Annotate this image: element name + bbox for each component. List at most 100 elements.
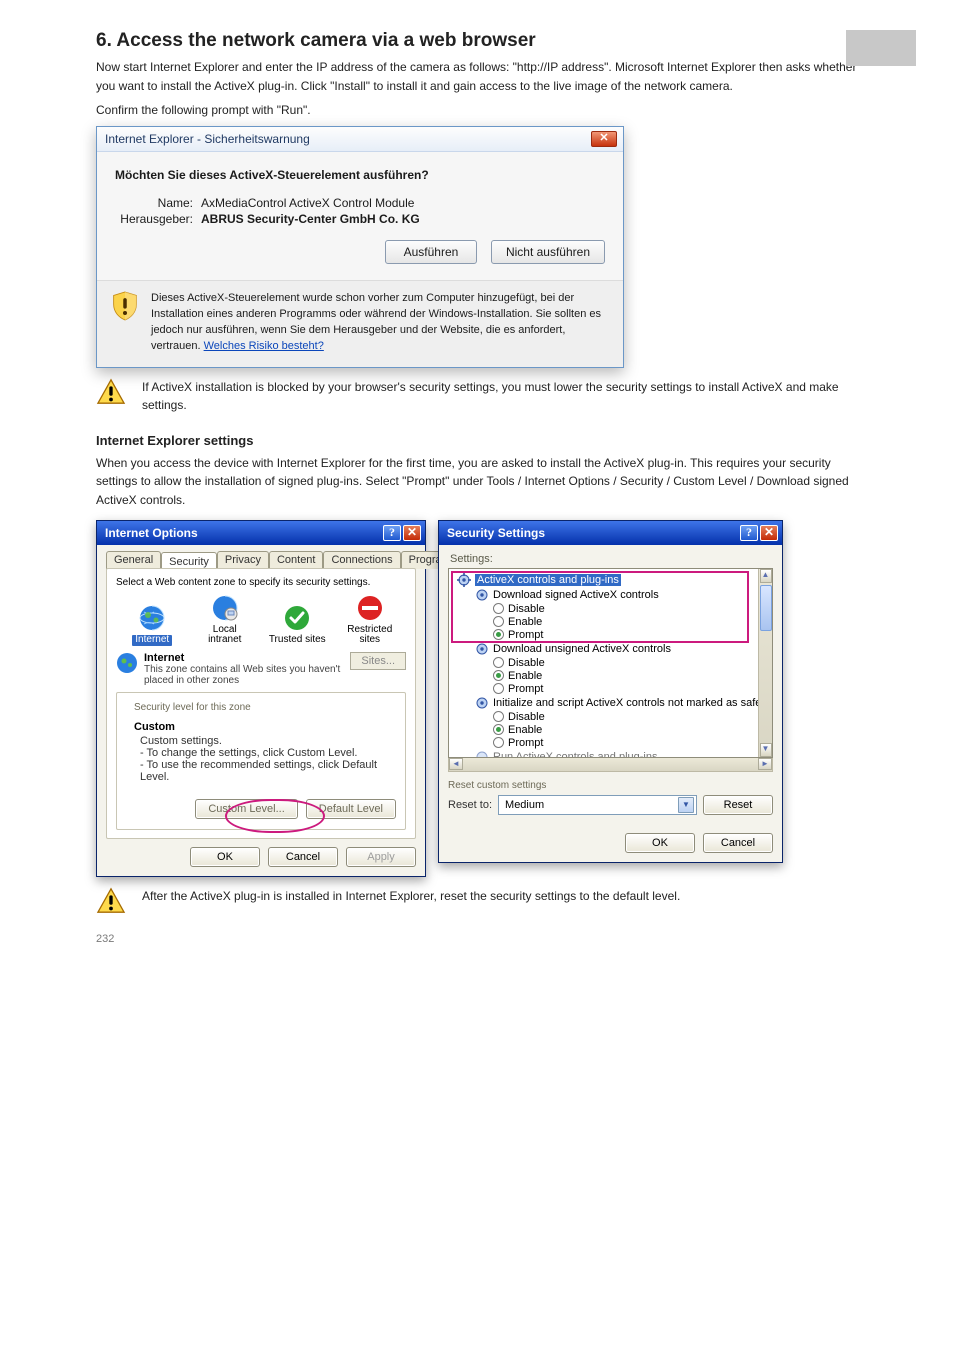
tree-item-init-script[interactable]: Initialize and script ActiveX controls n… (453, 696, 768, 710)
option-enable[interactable]: Enable (453, 724, 768, 736)
close-icon[interactable]: ✕ (591, 131, 617, 147)
warning-triangle-icon (96, 378, 126, 406)
zone-label: Internet (132, 635, 172, 646)
zone-title: Internet (144, 652, 344, 664)
name-label: Name: (115, 196, 193, 210)
shield-warning-icon (111, 291, 139, 321)
reset-to-select[interactable]: Medium ▼ (498, 795, 697, 815)
dialog-titlebar[interactable]: Security Settings ? ✕ (439, 521, 782, 545)
tree-group-activex[interactable]: ActiveX controls and plug-ins (453, 573, 768, 587)
dialog-title: Security Settings (447, 526, 545, 540)
option-enable[interactable]: Enable (453, 670, 768, 682)
globe-icon (211, 594, 239, 622)
security-level-legend: Security level for this zone (130, 702, 255, 713)
globe-icon (138, 604, 166, 632)
dialog-title: Internet Explorer - Sicherheitswarnung (105, 132, 310, 146)
warning-triangle-icon (96, 887, 126, 915)
publisher-label: Herausgeber: (115, 212, 193, 226)
security-note-2: After the ActiveX plug-in is installed i… (142, 887, 680, 906)
help-icon[interactable]: ? (383, 525, 401, 541)
cancel-button[interactable]: Cancel (703, 833, 773, 853)
name-value: AxMediaControl ActiveX Control Module (201, 196, 414, 210)
tree-item-run-activex[interactable]: Run ActiveX controls and plug-ins (453, 750, 768, 758)
reset-group-label: Reset custom settings (448, 780, 773, 791)
scroll-right-icon[interactable]: ► (758, 758, 772, 770)
gear-icon (475, 642, 489, 656)
security-settings-dialog: Security Settings ? ✕ Settings: ActiveX … (438, 520, 783, 863)
custom-line3: - To use the recommended settings, click… (140, 759, 396, 783)
risk-link[interactable]: Welches Risiko besteht? (204, 340, 324, 352)
option-prompt[interactable]: Prompt (453, 737, 768, 749)
zone-label: Trusted sites (269, 635, 326, 646)
help-icon[interactable]: ? (740, 525, 758, 541)
ok-button[interactable]: OK (625, 833, 695, 853)
scroll-down-icon[interactable]: ▼ (760, 743, 772, 757)
zone-trusted[interactable]: Trusted sites (267, 604, 327, 646)
tree-item-download-signed[interactable]: Download signed ActiveX controls (453, 588, 768, 602)
page-edge-gray (846, 30, 916, 66)
option-disable[interactable]: Disable (453, 711, 768, 723)
restricted-icon (356, 594, 384, 622)
reset-to-label: Reset to: (448, 799, 492, 811)
tree-item-download-unsigned[interactable]: Download unsigned ActiveX controls (453, 642, 768, 656)
chevron-down-icon[interactable]: ▼ (678, 797, 694, 813)
option-prompt[interactable]: Prompt (453, 629, 768, 641)
zone-local-intranet[interactable]: Local intranet (195, 594, 255, 646)
tab-security[interactable]: Security (161, 552, 217, 570)
publisher-value: ABRUS Security-Center GmbH Co. KG (201, 212, 420, 226)
option-disable[interactable]: Disable (453, 603, 768, 615)
gear-icon (475, 588, 489, 602)
scroll-up-icon[interactable]: ▲ (760, 569, 772, 583)
zone-label: Restricted sites (340, 625, 400, 646)
close-icon[interactable]: ✕ (760, 525, 778, 541)
dialog-titlebar: Internet Explorer - Sicherheitswarnung ✕ (97, 127, 623, 152)
tab-connections[interactable]: Connections (323, 551, 400, 569)
option-disable[interactable]: Disable (453, 657, 768, 669)
ie-settings-body: When you access the device with Internet… (96, 454, 858, 510)
tab-privacy[interactable]: Privacy (217, 551, 269, 569)
page-prompt-blurb: Confirm the following prompt with "Run". (96, 101, 858, 120)
gear-icon (457, 573, 471, 587)
security-note-1: If ActiveX installation is blocked by yo… (142, 378, 858, 415)
custom-line1: Custom settings. (140, 735, 396, 747)
page-number: 232 (96, 933, 858, 945)
page-intro: Now start Internet Explorer and enter th… (96, 58, 858, 95)
dialog-footer-text: Dieses ActiveX-Steuerelement wurde schon… (151, 291, 609, 355)
ok-button[interactable]: OK (190, 847, 260, 867)
dialog-titlebar[interactable]: Internet Options ? ✕ (97, 521, 425, 545)
run-button[interactable]: Ausführen (385, 240, 477, 264)
ie-settings-heading: Internet Explorer settings (96, 433, 858, 448)
tab-content[interactable]: Content (269, 551, 324, 569)
scrollbar-vertical[interactable]: ▲ ▼ (758, 569, 772, 757)
zone-desc: This zone contains all Web sites you hav… (144, 664, 344, 686)
close-icon[interactable]: ✕ (403, 525, 421, 541)
reset-button[interactable]: Reset (703, 795, 773, 815)
settings-tree[interactable]: ActiveX controls and plug-ins Download s… (448, 568, 773, 758)
scrollbar-horizontal[interactable]: ◄ ► (448, 758, 773, 772)
scrollbar-thumb[interactable] (760, 585, 772, 631)
custom-line2: - To change the settings, click Custom L… (140, 747, 396, 759)
scroll-left-icon[interactable]: ◄ (449, 758, 463, 770)
custom-title: Custom (134, 721, 396, 733)
select-zone-text: Select a Web content zone to specify its… (116, 577, 406, 588)
internet-options-dialog: Internet Options ? ✕ General Security Pr… (96, 520, 426, 877)
cancel-button[interactable]: Cancel (268, 847, 338, 867)
zone-internet[interactable]: Internet (122, 604, 182, 646)
tab-strip: General Security Privacy Content Connect… (106, 551, 416, 569)
gear-icon (475, 750, 489, 758)
check-circle-icon (283, 604, 311, 632)
tab-general[interactable]: General (106, 551, 161, 569)
option-prompt[interactable]: Prompt (453, 683, 768, 695)
globe-icon (116, 652, 138, 674)
dialog-question: Möchten Sie dieses ActiveX-Steuerelement… (115, 168, 605, 182)
zone-label: Local intranet (195, 625, 255, 646)
custom-level-button[interactable]: Custom Level... (195, 799, 297, 819)
default-level-button[interactable]: Default Level (306, 799, 396, 819)
reset-to-value: Medium (505, 799, 544, 811)
activex-warning-dialog: Internet Explorer - Sicherheitswarnung ✕… (96, 126, 624, 368)
apply-button: Apply (346, 847, 416, 867)
dialog-title: Internet Options (105, 526, 198, 540)
zone-restricted[interactable]: Restricted sites (340, 594, 400, 646)
dont-run-button[interactable]: Nicht ausführen (491, 240, 605, 264)
option-enable[interactable]: Enable (453, 616, 768, 628)
